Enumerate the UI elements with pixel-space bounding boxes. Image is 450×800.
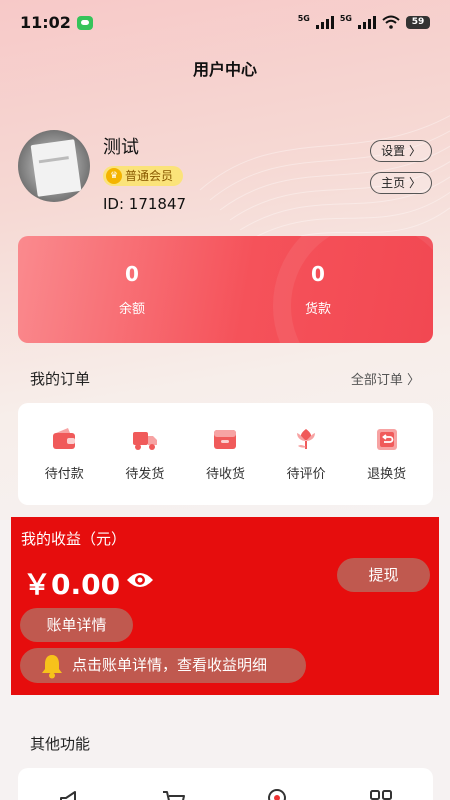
signal-icon [315, 15, 334, 29]
network-label-1: 5G [297, 13, 310, 23]
eye-icon[interactable] [125, 569, 155, 591]
wifi-icon [382, 15, 400, 29]
other-function-item[interactable] [346, 768, 416, 800]
user-name: 测试 [103, 137, 139, 158]
bell-icon [42, 655, 62, 679]
order-item-label: 待收货 [205, 467, 245, 482]
other-function-item[interactable] [139, 768, 209, 800]
wallet-icon [53, 428, 76, 449]
avatar-image [30, 139, 82, 197]
earnings-notice[interactable]: 点击账单详情，查看收益明细 [20, 648, 306, 683]
notice-text: 点击账单详情，查看收益明细 [72, 656, 268, 674]
status-indicators: 5G 5G 59 [297, 13, 430, 29]
all-orders-link[interactable]: 全部订单 〉 [351, 369, 420, 388]
location-icon [268, 788, 287, 800]
flower-icon [297, 429, 316, 449]
status-bar: 11:02 5G 5G 59 [0, 0, 450, 44]
order-pending-payment[interactable]: 待付款 [29, 403, 99, 505]
balance-stat[interactable]: 0 余额 [72, 262, 192, 317]
balance-card: 0 余额 0 货款 [18, 236, 433, 343]
signal-icon [358, 15, 376, 29]
balance-label: 余额 [118, 302, 145, 317]
settings-button[interactable]: 设置 〉 [370, 140, 432, 162]
order-returns[interactable]: 退换货 [352, 403, 422, 505]
order-pending-receipt[interactable]: 待收货 [190, 403, 260, 505]
page-title: 用户中心 [192, 60, 257, 79]
box-icon [214, 430, 237, 449]
orders-title: 我的订单 [30, 370, 91, 388]
member-level-badge: ♛ 普通会员 [103, 166, 184, 186]
battery-icon: 59 [406, 15, 430, 29]
order-pending-review[interactable]: 待评价 [271, 403, 341, 505]
withdraw-button[interactable]: 提现 [337, 558, 430, 592]
other-function-item[interactable] [35, 768, 105, 800]
payment-label: 货款 [304, 302, 331, 317]
balance-value: 0 [125, 262, 139, 286]
order-item-label: 待付款 [44, 467, 84, 482]
earnings-amount: ￥0.00 [23, 568, 121, 601]
earnings-title: 我的收益（元） [21, 530, 127, 548]
home-button[interactable]: 主页 〉 [370, 172, 432, 194]
other-function-item[interactable] [242, 768, 312, 800]
payment-stat[interactable]: 0 货款 [258, 262, 378, 317]
bill-details-button[interactable]: 账单详情 [20, 608, 133, 642]
earnings-panel: 我的收益（元） ￥0.00 提现 账单详情 点击账单详情，查看收益明细 [11, 517, 439, 695]
cart-icon [162, 791, 185, 800]
member-level-label: 普通会员 [125, 169, 174, 183]
payment-value: 0 [311, 262, 325, 286]
order-pending-shipment[interactable]: 待发货 [110, 403, 180, 505]
order-item-label: 退换货 [367, 467, 407, 482]
return-icon [376, 429, 397, 450]
other-functions-title: 其他功能 [30, 735, 91, 753]
truck-icon [132, 432, 157, 450]
avatar[interactable] [18, 130, 90, 202]
order-item-label: 待发货 [125, 467, 165, 482]
megaphone-icon [59, 791, 76, 800]
order-item-label: 待评价 [286, 467, 326, 482]
other-functions-card [18, 768, 433, 800]
orders-card: 待付款 待发货 待收货 待评价 退换货 [18, 403, 433, 505]
crown-icon: ♛ [106, 168, 122, 184]
status-time: 11:02 [20, 12, 71, 32]
message-notification-icon [76, 16, 93, 30]
user-id: ID: 171847 [103, 195, 187, 213]
network-label-2: 5G [339, 13, 352, 23]
grid-icon [370, 790, 393, 800]
